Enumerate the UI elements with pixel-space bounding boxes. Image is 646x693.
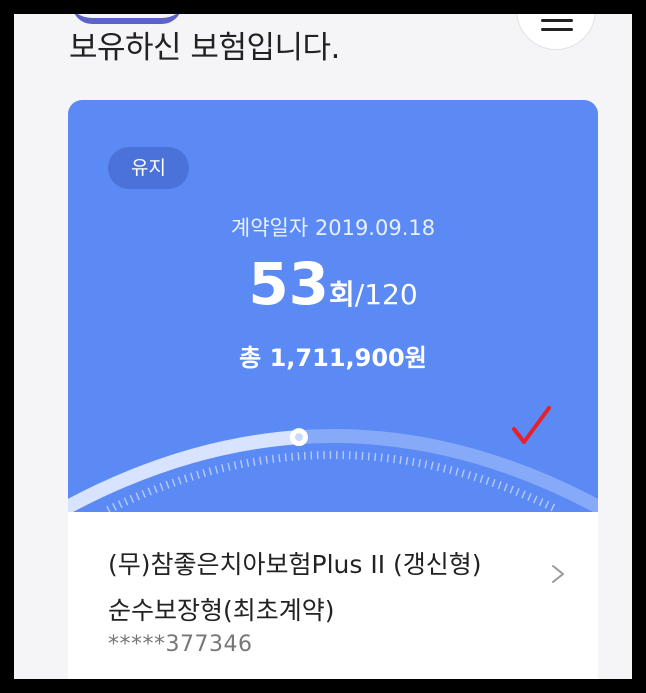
hamburger-icon [541, 19, 573, 37]
product-name-line1: (무)참좋은치아보험Plus II (갱신형) [108, 550, 482, 579]
total-paid-amount: 총 1,711,900원 [68, 338, 598, 373]
policy-number: *****377346 [108, 632, 253, 657]
contract-date-label: 계약일자 [230, 216, 309, 240]
contract-date: 계약일자 2019.09.18 [68, 212, 598, 242]
total-prefix: 총 [239, 344, 262, 372]
chevron-right-icon[interactable] [548, 564, 568, 584]
menu-button[interactable] [516, 14, 596, 50]
page-title: 보유하신 보험입니다. [69, 30, 340, 66]
total-suffix: 원 [404, 344, 427, 372]
status-badge: 유지 [108, 147, 189, 189]
payment-count: 53회/120 [68, 250, 598, 318]
total-count: /120 [354, 278, 418, 311]
product-name-line2: 순수보장형(최초계약) [108, 596, 335, 625]
check-mark-icon [512, 406, 551, 444]
paid-count: 53 [248, 250, 330, 318]
app-screen: 보유하신 보험입니다. 유지 계약일자 2019.09.18 53회/120 총… [14, 14, 632, 679]
insurance-card-summary: 유지 계약일자 2019.09.18 53회/120 총 1,711,900원 [68, 100, 598, 512]
total-amount: 1,711,900 [269, 344, 405, 372]
paid-unit: 회 [329, 278, 355, 311]
insurance-card[interactable]: 유지 계약일자 2019.09.18 53회/120 총 1,711,900원 … [68, 100, 598, 679]
product-name: (무)참좋은치아보험Plus II (갱신형) 순수보장형(최초계약) [108, 542, 538, 634]
contract-date-value: 2019.09.18 [314, 216, 436, 240]
insurance-card-details[interactable]: (무)참좋은치아보험Plus II (갱신형) 순수보장형(최초계약) ****… [68, 512, 598, 679]
